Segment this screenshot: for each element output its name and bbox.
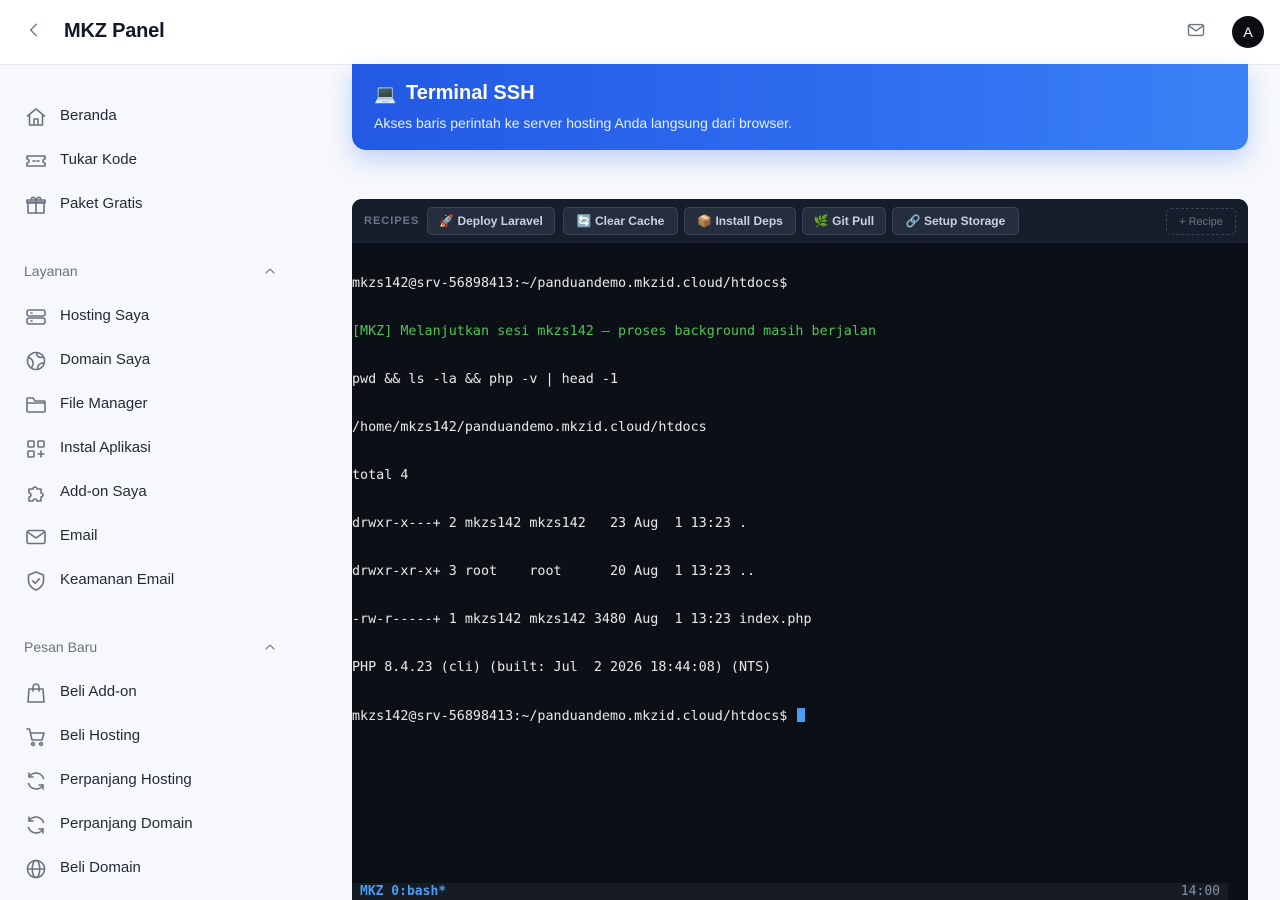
recipe-install-deps-button[interactable]: 📦 Install Deps bbox=[684, 207, 796, 235]
sidebar-item-instal-aplikasi[interactable]: Instal Aplikasi bbox=[0, 428, 300, 468]
add-recipe-button[interactable]: + Recipe bbox=[1166, 208, 1236, 235]
terminal-output[interactable]: mkzs142@srv-56898413:~/panduandemo.mkzid… bbox=[352, 244, 1248, 756]
refresh-icon: 🔄 bbox=[576, 214, 592, 228]
terminal-line: [MKZ] Melanjutkan sesi mkzs142 — proses … bbox=[352, 324, 877, 339]
page-title: Terminal SSH bbox=[406, 82, 535, 104]
terminal-prompt: mkzs142@srv-56898413:~/panduandemo.mkzid… bbox=[352, 709, 796, 724]
terminal-line: /home/mkzs142/panduandemo.mkzid.cloud/ht… bbox=[352, 420, 707, 435]
sidebar-item-label: Instal Aplikasi bbox=[60, 439, 151, 456]
terminal-cursor bbox=[797, 708, 806, 722]
recipe-deploy-laravel-button[interactable]: 🚀 Deploy Laravel bbox=[427, 207, 555, 235]
sidebar-item-hosting-saya[interactable]: Hosting Saya bbox=[0, 296, 300, 336]
laptop-icon: 💻 bbox=[374, 84, 397, 104]
recipe-label: Deploy Laravel bbox=[457, 214, 543, 228]
sidebar-item-beranda[interactable]: Beranda bbox=[0, 96, 300, 136]
mail-icon bbox=[1186, 20, 1206, 45]
home-icon bbox=[24, 105, 48, 129]
sidebar-item-domain-saya[interactable]: Domain Saya bbox=[0, 340, 300, 380]
top-bar: MKZ Panel A bbox=[0, 0, 1280, 65]
sidebar-item-label: Beli Hosting bbox=[60, 727, 141, 744]
terminal-line: drwxr-x---+ 2 mkzs142 mkzs142 23 Aug 1 1… bbox=[352, 516, 748, 531]
sidebar-item-label: Hosting Saya bbox=[60, 307, 150, 324]
sidebar-item-beli-hosting[interactable]: Beli Hosting bbox=[0, 716, 300, 756]
terminal-line: PHP 8.4.23 (cli) (built: Jul 2 2026 18:4… bbox=[352, 660, 772, 675]
folder-icon bbox=[24, 393, 48, 417]
section-title: Pesan Baru bbox=[24, 639, 98, 655]
terminal-line: pwd && ls -la && php -v | head -1 bbox=[352, 372, 619, 387]
sidebar-item-label: Perpanjang Hosting bbox=[60, 771, 192, 788]
user-avatar[interactable]: A bbox=[1232, 16, 1264, 48]
sidebar-item-label: Beli Add-on bbox=[60, 683, 137, 700]
puzzle-icon bbox=[24, 481, 48, 505]
terminal-line: total 4 bbox=[352, 468, 409, 483]
app-title: MKZ Panel bbox=[64, 20, 165, 42]
tmux-session-label: MKZ 0:bash* bbox=[360, 884, 447, 899]
section-header-pesan-baru[interactable]: Pesan Baru bbox=[24, 636, 280, 660]
sidebar-item-beli-addon[interactable]: Beli Add-on bbox=[0, 672, 300, 712]
terminal-line: -rw-r-----+ 1 mkzs142 mkzs142 3480 Aug 1… bbox=[352, 612, 812, 627]
recipe-git-pull-button[interactable]: 🌿 Git Pull bbox=[802, 207, 886, 235]
recipe-label: Setup Storage bbox=[923, 214, 1006, 228]
terminal-prompt-line: mkzs142@srv-56898413:~/panduandemo.mkzid… bbox=[352, 708, 1248, 724]
refresh-icon bbox=[24, 813, 48, 837]
sidebar-item-beli-domain[interactable]: Beli Domain bbox=[0, 848, 300, 888]
page-subtitle: Akses baris perintah ke server hosting A… bbox=[374, 115, 792, 131]
sidebar-item-label: Perpanjang Domain bbox=[60, 815, 193, 832]
sidebar-item-label: Paket Gratis bbox=[60, 195, 143, 212]
refresh-icon bbox=[24, 769, 48, 793]
sidebar-item-label: File Manager bbox=[60, 395, 148, 412]
apps-icon bbox=[24, 437, 48, 461]
sidebar-item-paket-gratis[interactable]: Paket Gratis bbox=[0, 184, 300, 224]
sidebar-item-file-manager[interactable]: File Manager bbox=[0, 384, 300, 424]
tmux-clock: 14:00 bbox=[1180, 884, 1220, 899]
back-button[interactable] bbox=[20, 18, 48, 46]
sidebar-item-label: Domain Saya bbox=[60, 351, 151, 368]
herb-icon: 🌿 bbox=[813, 214, 829, 228]
sidebar-item-label: Beranda bbox=[60, 107, 117, 124]
sidebar-item-perpanjang-hosting[interactable]: Perpanjang Hosting bbox=[0, 760, 300, 800]
recipe-setup-storage-button[interactable]: 🔗 Setup Storage bbox=[892, 207, 1019, 235]
terminal-hero-banner: 💻 Terminal SSH Akses baris perintah ke s… bbox=[352, 64, 1248, 150]
section-title: Layanan bbox=[24, 263, 78, 279]
recipe-clear-cache-button[interactable]: 🔄 Clear Cache bbox=[563, 207, 678, 235]
section-header-layanan[interactable]: Layanan bbox=[24, 260, 280, 284]
gift-icon bbox=[24, 193, 48, 217]
recipes-toolbar: RECIPES 🚀 Deploy Laravel 🔄 Clear Cache 📦… bbox=[352, 199, 1248, 243]
terminal-line: mkzs142@srv-56898413:~/panduandemo.mkzid… bbox=[352, 276, 788, 291]
chevron-left-icon bbox=[24, 20, 44, 45]
sidebar-item-email[interactable]: Email bbox=[0, 516, 300, 556]
ssh-terminal[interactable]: RECIPES 🚀 Deploy Laravel 🔄 Clear Cache 📦… bbox=[352, 199, 1248, 900]
globe-icon bbox=[24, 349, 48, 373]
rocket-icon: 🚀 bbox=[439, 214, 455, 228]
shopping-bag-icon bbox=[24, 681, 48, 705]
recipe-label: Install Deps bbox=[715, 214, 783, 228]
mail-icon bbox=[24, 525, 48, 549]
ticket-icon bbox=[24, 149, 48, 173]
cart-icon bbox=[24, 725, 48, 749]
recipes-label: RECIPES bbox=[364, 215, 420, 227]
recipe-label: Git Pull bbox=[832, 214, 875, 228]
sidebar-item-keamanan-email[interactable]: Keamanan Email bbox=[0, 560, 300, 600]
link-icon: 🔗 bbox=[905, 214, 921, 228]
package-icon: 📦 bbox=[697, 214, 713, 228]
globe-icon bbox=[24, 857, 48, 881]
recipe-label: Clear Cache bbox=[594, 214, 665, 228]
chevron-up-icon bbox=[262, 639, 278, 655]
sidebar-item-label: Add-on Saya bbox=[60, 483, 147, 500]
inbox-button[interactable] bbox=[1182, 18, 1210, 46]
server-icon bbox=[24, 305, 48, 329]
terminal-line: drwxr-xr-x+ 3 root root 20 Aug 1 13:23 .… bbox=[352, 564, 756, 579]
sidebar-item-label: Beli Domain bbox=[60, 859, 141, 876]
sidebar-item-label: Keamanan Email bbox=[60, 571, 175, 588]
tmux-status-bar: MKZ 0:bash* 14:00 bbox=[352, 883, 1228, 900]
sidebar-item-label: Tukar Kode bbox=[60, 151, 137, 168]
sidebar-item-perpanjang-domain[interactable]: Perpanjang Domain bbox=[0, 804, 300, 844]
chevron-up-icon bbox=[262, 263, 278, 279]
sidebar: Beranda Tukar Kode Paket Gratis Layanan … bbox=[0, 65, 320, 900]
shield-check-icon bbox=[24, 569, 48, 593]
sidebar-item-label: Email bbox=[60, 527, 98, 544]
sidebar-item-addon-saya[interactable]: Add-on Saya bbox=[0, 472, 300, 512]
sidebar-item-tukar-kode[interactable]: Tukar Kode bbox=[0, 140, 300, 180]
